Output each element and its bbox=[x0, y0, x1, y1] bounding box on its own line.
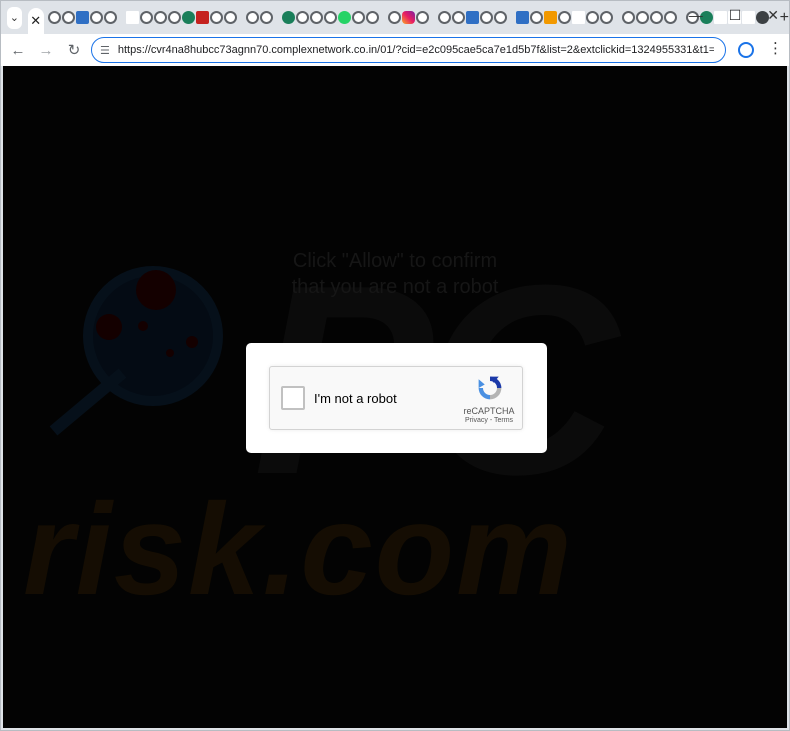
wordpress-icon[interactable] bbox=[75, 11, 89, 24]
globe-icon[interactable] bbox=[153, 11, 167, 24]
globe-icon[interactable] bbox=[89, 11, 103, 24]
shield-icon[interactable] bbox=[195, 11, 209, 24]
globe-icon[interactable] bbox=[635, 11, 649, 24]
orange-page-icon[interactable] bbox=[543, 11, 557, 24]
address-bar[interactable]: ☰ https://cvr4na8hubcc73agnn70.complexne… bbox=[91, 37, 726, 63]
site-settings-icon[interactable]: ☰ bbox=[100, 44, 110, 57]
recaptcha-widget: I'm not a robot reCAPTCHA Privacy - Term… bbox=[269, 366, 523, 430]
wordpress-icon[interactable] bbox=[515, 11, 529, 24]
back-icon[interactable]: ← bbox=[7, 42, 29, 59]
minimize-icon[interactable]: — bbox=[689, 7, 703, 24]
watermark-text: risk.com bbox=[23, 476, 574, 622]
recaptcha-icon bbox=[478, 376, 502, 400]
active-tab[interactable]: ✕ bbox=[27, 8, 44, 34]
globe-icon[interactable] bbox=[493, 11, 507, 24]
globe-icon[interactable] bbox=[479, 11, 493, 24]
tab-search-button[interactable]: ⌄ bbox=[7, 6, 22, 29]
globe-icon[interactable] bbox=[585, 11, 599, 24]
globe-icon[interactable] bbox=[415, 11, 429, 24]
recaptcha-brand: reCAPTCHA bbox=[463, 406, 515, 416]
message-line: that you are not a robot bbox=[291, 276, 499, 298]
wordpress-icon[interactable] bbox=[465, 11, 479, 24]
green-badge-icon[interactable] bbox=[281, 11, 295, 24]
globe-icon[interactable] bbox=[649, 11, 663, 24]
instagram-icon[interactable] bbox=[401, 11, 415, 24]
watermark-dot bbox=[186, 336, 198, 348]
globe-icon[interactable] bbox=[451, 11, 465, 24]
tab-strip: ⌄ ✕ + — ☐ ✕ bbox=[1, 1, 789, 34]
browser-toolbar: ← → ↻ ☰ https://cvr4na8hubcc73agnn70.com… bbox=[1, 34, 789, 66]
globe-icon[interactable] bbox=[557, 11, 571, 24]
captcha-card: I'm not a robot reCAPTCHA Privacy - Term… bbox=[246, 343, 547, 453]
globe-icon[interactable] bbox=[167, 11, 181, 24]
browser-window: ⌄ ✕ + — ☐ ✕ ← → ↻ ☰ https://cvr4na8hubcc… bbox=[0, 0, 790, 731]
profile-icon[interactable] bbox=[738, 42, 754, 58]
globe-icon[interactable] bbox=[599, 11, 613, 24]
maximize-icon[interactable]: ☐ bbox=[729, 7, 742, 24]
globe-icon[interactable] bbox=[245, 11, 259, 24]
whatsapp-icon[interactable] bbox=[337, 11, 351, 24]
globe-icon[interactable] bbox=[139, 11, 153, 24]
close-icon[interactable]: ✕ bbox=[30, 13, 41, 29]
window-controls: — ☐ ✕ bbox=[689, 7, 779, 24]
message-line: Click "Allow" to confirm bbox=[292, 250, 498, 272]
checkmark-icon[interactable] bbox=[181, 11, 195, 24]
blank-page-icon[interactable] bbox=[125, 11, 139, 24]
watermark-dot bbox=[138, 321, 148, 331]
close-icon[interactable]: ✕ bbox=[767, 7, 779, 24]
captcha-label: I'm not a robot bbox=[314, 391, 397, 406]
reload-icon[interactable]: ↻ bbox=[63, 41, 85, 59]
globe-icon[interactable] bbox=[295, 11, 309, 24]
globe-icon[interactable] bbox=[351, 11, 365, 24]
globe-icon[interactable] bbox=[437, 11, 451, 24]
globe-icon[interactable] bbox=[209, 11, 223, 24]
allow-prompt-message: Click "Allow" to confirm that you are no… bbox=[3, 248, 787, 300]
new-tab-button[interactable]: + bbox=[780, 9, 789, 27]
globe-icon[interactable] bbox=[61, 11, 75, 24]
chevron-down-icon: ⌄ bbox=[9, 12, 19, 24]
recaptcha-privacy-terms[interactable]: Privacy - Terms bbox=[456, 417, 522, 424]
globe-icon[interactable] bbox=[387, 11, 401, 24]
globe-icon[interactable] bbox=[309, 11, 323, 24]
forward-icon[interactable]: → bbox=[35, 42, 57, 59]
globe-icon[interactable] bbox=[663, 11, 677, 24]
blank-page-icon[interactable] bbox=[571, 11, 585, 24]
watermark-handle bbox=[49, 368, 127, 436]
globe-icon[interactable] bbox=[621, 11, 635, 24]
url-text[interactable]: https://cvr4na8hubcc73agnn70.complexnetw… bbox=[118, 44, 714, 56]
page-viewport: PC risk.com Click "Allow" to confirm tha… bbox=[3, 66, 787, 728]
globe-icon[interactable] bbox=[323, 11, 337, 24]
globe-icon[interactable] bbox=[259, 11, 273, 24]
globe-icon[interactable] bbox=[103, 11, 117, 24]
pinned-tab-favicons bbox=[47, 1, 770, 34]
watermark-dot bbox=[166, 349, 174, 357]
more-menu-icon[interactable]: ⋮ bbox=[768, 40, 783, 58]
globe-icon[interactable] bbox=[365, 11, 379, 24]
captcha-checkbox[interactable] bbox=[281, 386, 305, 410]
globe-icon[interactable] bbox=[529, 11, 543, 24]
globe-icon[interactable] bbox=[47, 11, 61, 24]
watermark-dot bbox=[96, 314, 122, 340]
globe-icon[interactable] bbox=[223, 11, 237, 24]
